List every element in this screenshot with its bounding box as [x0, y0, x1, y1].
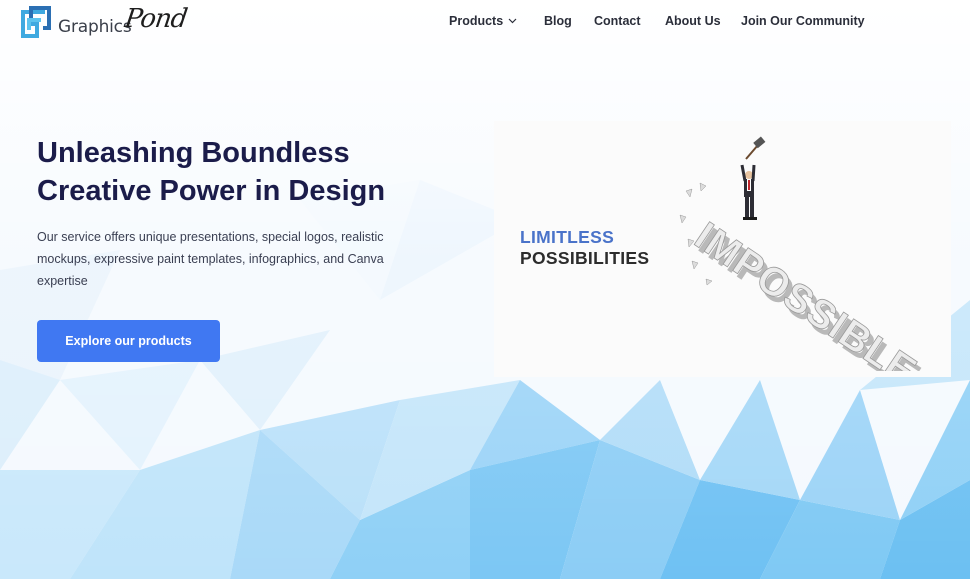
nav-products[interactable]: Products	[449, 14, 517, 28]
hero-image-possibilities: POSSIBILITIES	[520, 248, 650, 268]
nav-contact[interactable]: Contact	[594, 14, 641, 28]
hero-title-line2: Creative Power in Design	[37, 175, 386, 207]
nav-community[interactable]: Join Our Community	[741, 14, 865, 28]
man-figure	[740, 136, 766, 220]
nav-about[interactable]: About Us	[665, 14, 721, 28]
hero-image: LIMITLESS POSSIBILITIES IMPOSSIBLE IMPOS…	[494, 121, 951, 377]
explore-products-button[interactable]: Explore our products	[37, 320, 220, 362]
impossible-word: IMPOSSIBLE	[687, 214, 924, 371]
impossible-illustration: IMPOSSIBLE IMPOSSIBLE	[679, 136, 924, 371]
hero-description: Our service offers unique presentations,…	[37, 230, 384, 288]
nav-blog[interactable]: Blog	[544, 14, 572, 28]
hero-title-line1: Unleashing Boundless	[37, 137, 350, 169]
hero-title: Unleashing Boundless Creative Power in D…	[37, 134, 477, 210]
nav-products-label: Products	[449, 14, 504, 28]
site-header: Graphics Pond Products Blog Contact Abou…	[0, 0, 970, 46]
chevron-down-icon	[508, 18, 517, 24]
svg-text:IMPOSSIBLE: IMPOSSIBLE	[687, 214, 924, 371]
hero-image-limitless: LIMITLESS	[520, 227, 615, 247]
main-nav: Products Blog Contact About Us Join Our …	[0, 0, 970, 44]
